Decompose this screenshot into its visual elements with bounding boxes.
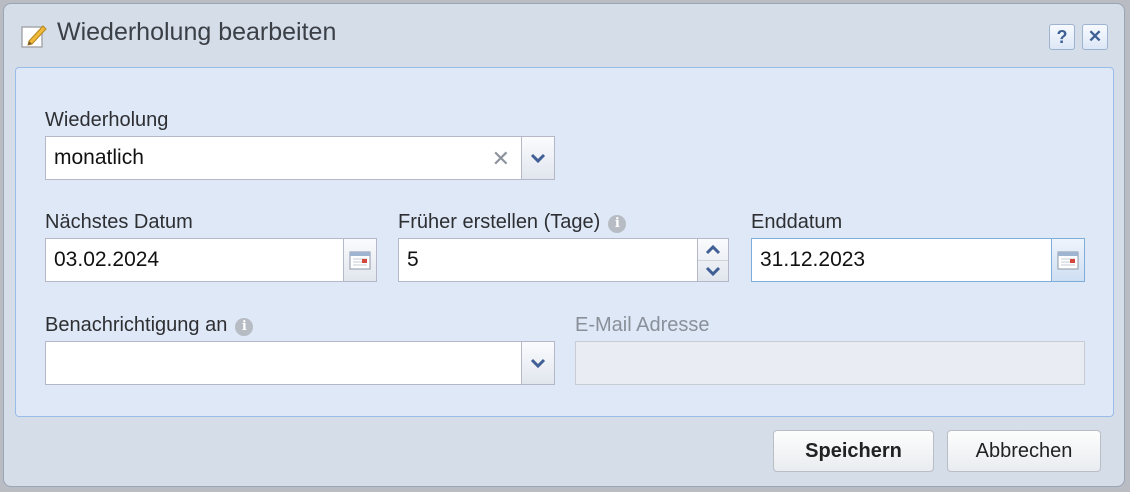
close-button[interactable]: ✕ xyxy=(1082,24,1108,50)
next-date-value: 03.02.2024 xyxy=(54,248,160,271)
end-date-value: 31.12.2023 xyxy=(760,248,866,271)
create-earlier-label: Früher erstellen (Tage) i xyxy=(398,211,627,234)
info-icon[interactable]: i xyxy=(235,318,254,336)
notification-combobox[interactable] xyxy=(45,341,555,385)
chevron-down-icon xyxy=(705,266,721,276)
create-earlier-spinner xyxy=(697,238,729,282)
create-earlier-label-text: Früher erstellen (Tage) xyxy=(398,211,601,233)
edit-pencil-icon xyxy=(21,25,47,48)
close-icon: ✕ xyxy=(1087,27,1103,46)
recurrence-dropdown-trigger[interactable] xyxy=(521,136,555,180)
calendar-icon xyxy=(1057,251,1079,270)
help-button[interactable]: ? xyxy=(1049,24,1075,50)
spin-down-button[interactable] xyxy=(698,260,728,281)
help-icon: ? xyxy=(1056,26,1068,47)
notification-dropdown-trigger[interactable] xyxy=(521,341,555,385)
form-panel: Wiederholung monatlich ✕ Nächstes Datum … xyxy=(15,67,1114,417)
create-earlier-number-field[interactable]: 5 xyxy=(398,238,729,282)
cancel-button[interactable]: Abbrechen xyxy=(947,430,1101,472)
end-date-picker-button[interactable] xyxy=(1051,238,1085,282)
end-date-label: Enddatum xyxy=(751,211,843,233)
notification-label: Benachrichtigung an i xyxy=(45,314,254,337)
next-date-field[interactable]: 03.02.2024 xyxy=(45,238,377,282)
recurrence-label: Wiederholung xyxy=(45,109,169,131)
recurrence-value: monatlich xyxy=(54,146,144,169)
info-icon[interactable]: i xyxy=(608,215,627,233)
clear-icon[interactable]: ✕ xyxy=(492,146,510,172)
calendar-icon xyxy=(349,251,371,270)
create-earlier-value: 5 xyxy=(407,248,419,271)
dialog-window: Wiederholung bearbeiten ? ✕ Wiederholung… xyxy=(3,3,1125,487)
chevron-down-icon xyxy=(530,153,546,163)
email-label: E-Mail Adresse xyxy=(575,314,710,336)
next-date-label: Nächstes Datum xyxy=(45,211,193,233)
end-date-field[interactable]: 31.12.2023 xyxy=(751,238,1085,282)
email-field[interactable] xyxy=(575,341,1085,385)
chevron-down-icon xyxy=(530,358,546,368)
recurrence-combobox[interactable]: monatlich ✕ xyxy=(45,136,555,180)
spin-up-button[interactable] xyxy=(698,239,728,261)
notification-label-text: Benachrichtigung an xyxy=(45,314,228,336)
save-button[interactable]: Speichern xyxy=(773,430,934,472)
dialog-title: Wiederholung bearbeiten xyxy=(57,18,337,46)
dialog-titlebar[interactable]: Wiederholung bearbeiten ? ✕ xyxy=(4,4,1124,64)
next-date-picker-button[interactable] xyxy=(343,238,377,282)
chevron-up-icon xyxy=(705,244,721,254)
